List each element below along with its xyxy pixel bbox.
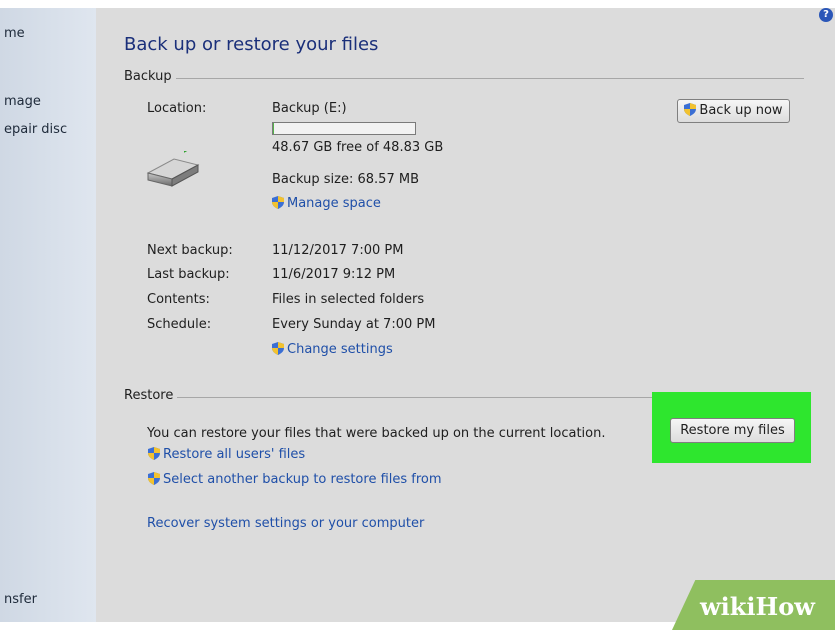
shield-icon [272,196,284,209]
wikihow-logo-part1: wiki [700,592,756,621]
restore-my-files-button[interactable]: Restore my files [670,418,795,443]
sidebar-item-create-image[interactable]: mage [4,94,41,109]
page-title: Back up or restore your files [124,34,378,55]
last-backup-value: 11/6/2017 9:12 PM [272,267,395,282]
restore-all-users-link[interactable]: Restore all users' files [148,447,305,462]
back-up-now-label: Back up now [699,103,782,118]
backup-size-text: Backup size: 68.57 MB [272,172,419,187]
help-icon[interactable]: ? [819,8,833,22]
hard-drive-icon [144,151,202,195]
change-settings-label: Change settings [287,342,393,357]
contents-label: Contents: [147,292,210,307]
main-panel: ? Back up or restore your files Backup L… [96,8,835,622]
next-backup-label: Next backup: [147,243,233,258]
last-backup-label: Last backup: [147,267,230,282]
change-settings-link[interactable]: Change settings [272,342,393,357]
recover-system-settings-link[interactable]: Recover system settings or your computer [147,516,424,531]
shield-icon [684,103,696,116]
restore-all-users-label: Restore all users' files [163,447,305,462]
shield-icon [272,342,284,355]
shield-icon [148,447,160,460]
wikihow-logo: wikiHow [700,592,815,621]
schedule-value: Every Sunday at 7:00 PM [272,317,435,332]
select-another-backup-link[interactable]: Select another backup to restore files f… [148,472,442,487]
sidebar-item-transfer[interactable]: nsfer [4,592,37,607]
wikihow-logo-part2: How [756,592,815,621]
schedule-label: Schedule: [147,317,211,332]
next-backup-value: 11/12/2017 7:00 PM [272,243,403,258]
shield-icon [148,472,160,485]
backup-section-label: Backup [124,69,172,84]
contents-value: Files in selected folders [272,292,424,307]
manage-space-link[interactable]: Manage space [272,196,381,211]
restore-section-label: Restore [124,388,173,403]
free-space-text: 48.67 GB free of 48.83 GB [272,140,443,155]
select-another-backup-label: Select another backup to restore files f… [163,472,442,487]
sidebar-item-repair-disc[interactable]: epair disc [4,122,67,137]
location-value: Backup (E:) [272,101,347,116]
disk-usage-bar [272,122,416,135]
restore-description: You can restore your files that were bac… [147,426,606,441]
manage-space-label: Manage space [287,196,381,211]
backup-divider [176,78,804,79]
restore-divider [177,397,655,398]
location-label: Location: [147,101,206,116]
sidebar-item-home[interactable]: me [4,26,25,41]
sidebar: me mage epair disc nsfer [0,8,96,622]
back-up-now-button[interactable]: Back up now [677,99,790,123]
